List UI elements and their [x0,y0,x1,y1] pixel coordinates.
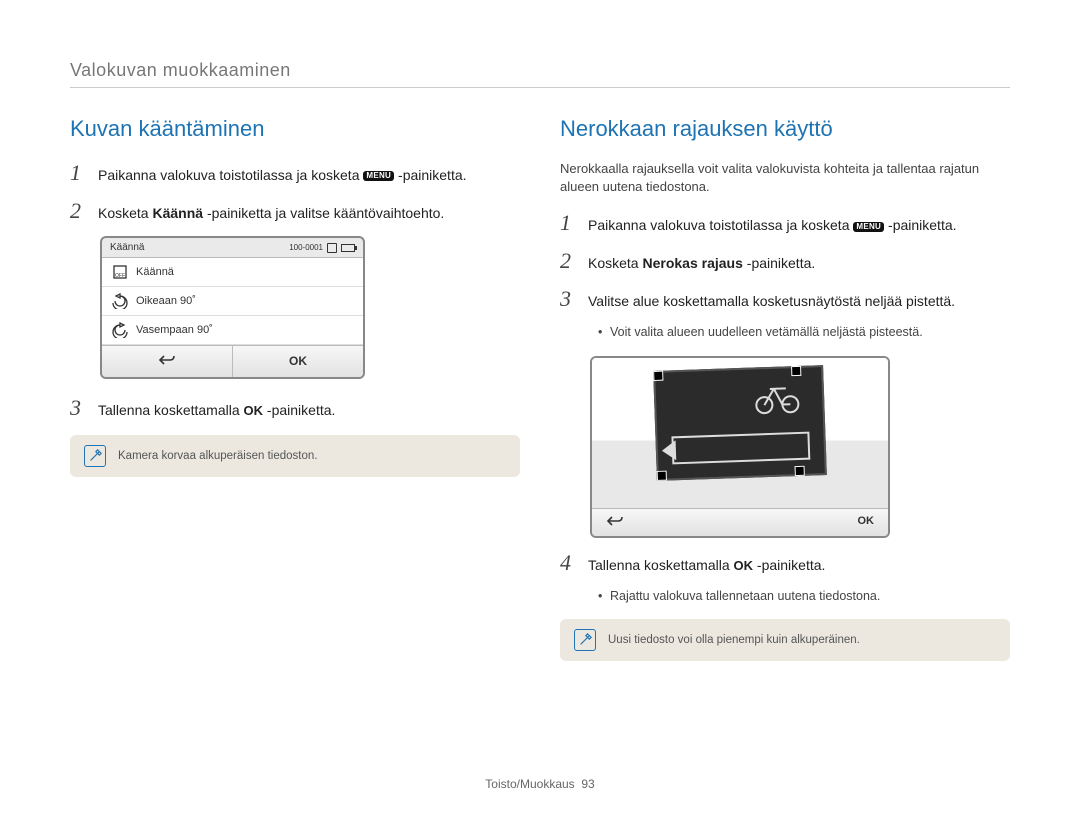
note-box: Kamera korvaa alkuperäisen tiedoston. [70,435,520,477]
right-column: Nerokkaan rajauksen käyttö Nerokkaalla r… [560,116,1010,671]
bullet-item: Rajattu valokuva tallennetaan uutena tie… [598,588,1010,606]
mockup-body [592,358,888,508]
section-header: Valokuvan muokkaaminen [70,60,1010,88]
mockup-header: Käännä 100-0001 [102,238,363,258]
step-text: Tallenna koskettamalla OK -painiketta. [588,556,1010,576]
intro-text: Nerokkaalla rajauksella voit valita valo… [560,160,1010,196]
left-arrow-icon [671,431,810,464]
text-pre: Paikanna valokuva toistotilassa ja koske… [98,167,363,183]
page-number: 93 [581,777,594,791]
step-number: 1 [560,210,578,236]
step-number: 1 [70,160,88,186]
ok-label: OK [734,558,754,573]
step-3: 3 Tallenna koskettamalla OK -painiketta. [70,395,520,421]
step-2: 2 Kosketa Nerokas rajaus -painiketta. [560,248,1010,274]
ok-button[interactable]: OK [233,346,363,377]
text-post: -painiketta. [747,255,815,271]
list-item-label: Vasempaan 90˚ [136,324,213,336]
list-item[interactable]: Oikeaan 90˚ [102,287,363,316]
step-text: Paikanna valokuva toistotilassa ja koske… [98,166,520,186]
text-bold: Käännä [152,205,203,221]
step-text: Kosketa Käännä -painiketta ja valitse kä… [98,204,520,224]
step-text: Paikanna valokuva toistotilassa ja koske… [588,216,1010,236]
ok-label: OK [244,403,264,418]
list-item-label: Käännä [136,266,174,278]
footer-section: Toisto/Muokkaus [485,777,574,791]
menu-icon: MENU [853,222,884,232]
left-column: Kuvan kääntäminen 1 Paikanna valokuva to… [70,116,520,671]
text-post: -painiketta. [267,402,335,418]
rotate-cw-icon [112,293,128,309]
mockup-footer: OK [592,508,888,536]
note-icon [84,445,106,467]
rotate-off-icon: OFF [112,264,128,280]
text-pre: Paikanna valokuva toistotilassa ja koske… [588,217,853,233]
rotate-ccw-icon [112,322,128,338]
counter-text: 100-0001 [289,243,323,252]
step-1: 1 Paikanna valokuva toistotilassa ja kos… [70,160,520,186]
crop-screen-mockup: OK [590,356,890,538]
back-arrow-icon [606,515,624,527]
battery-icon [341,244,355,252]
back-button[interactable] [102,346,233,377]
list-item-label: Oikeaan 90˚ [136,295,196,307]
left-heading: Kuvan kääntäminen [70,116,520,142]
page-footer: Toisto/Muokkaus 93 [0,777,1080,791]
back-button[interactable] [592,509,638,536]
crop-handle[interactable] [657,470,667,480]
mockup-footer: OK [102,345,363,377]
bullet-item: Voit valita alueen uudelleen vetämällä n… [598,324,1010,342]
step-text: Kosketa Nerokas rajaus -painiketta. [588,254,1010,274]
rotate-screen-mockup: Käännä 100-0001 OFF Käännä [100,236,365,379]
svg-text:OFF: OFF [115,273,125,279]
list-item[interactable]: Vasempaan 90˚ [102,316,363,345]
step-number: 4 [560,550,578,576]
crop-handle[interactable] [653,371,663,381]
step-number: 3 [560,286,578,312]
mockup-title: Käännä [110,242,144,253]
right-heading: Nerokkaan rajauksen käyttö [560,116,1010,142]
sign-graphic [653,365,827,481]
bullet-list: Rajattu valokuva tallennetaan uutena tie… [598,588,1010,606]
text-post: -painiketta. [888,217,956,233]
menu-icon: MENU [363,171,394,181]
crop-handle[interactable] [795,466,805,476]
ok-button[interactable]: OK [844,509,889,536]
bullet-list: Voit valita alueen uudelleen vetämällä n… [598,324,1010,342]
step-4: 4 Tallenna koskettamalla OK -painiketta. [560,550,1010,576]
note-text: Kamera korvaa alkuperäisen tiedoston. [118,450,317,462]
mockup-status: 100-0001 [289,243,355,253]
step-text: Tallenna koskettamalla OK -painiketta. [98,401,520,421]
bicycle-icon [752,380,803,416]
note-text: Uusi tiedosto voi olla pienempi kuin alk… [608,634,860,646]
text-post: -painiketta. [757,557,825,573]
text-bold: Nerokas rajaus [642,255,742,271]
mockup-list: OFF Käännä Oikeaan 90˚ Va [102,258,363,345]
step-number: 3 [70,395,88,421]
text-pre: Tallenna koskettamalla [98,402,244,418]
step-1: 1 Paikanna valokuva toistotilassa ja kos… [560,210,1010,236]
note-box: Uusi tiedosto voi olla pienempi kuin alk… [560,619,1010,661]
step-number: 2 [70,198,88,224]
text-pre: Kosketa [98,205,152,221]
text-post: -painiketta ja valitse kääntövaihtoehto. [207,205,444,221]
step-number: 2 [560,248,578,274]
note-icon [574,629,596,651]
text-pre: Tallenna koskettamalla [588,557,734,573]
columns: Kuvan kääntäminen 1 Paikanna valokuva to… [70,116,1010,671]
crop-handle[interactable] [791,366,801,376]
step-2: 2 Kosketa Käännä -painiketta ja valitse … [70,198,520,224]
step-text: Valitse alue koskettamalla kosketusnäytö… [588,292,1010,312]
list-item[interactable]: OFF Käännä [102,258,363,287]
page: Valokuvan muokkaaminen Kuvan kääntäminen… [0,0,1080,701]
back-arrow-icon [158,354,176,366]
text-pre: Kosketa [588,255,642,271]
sd-card-icon [327,243,337,253]
step-3: 3 Valitse alue koskettamalla kosketusnäy… [560,286,1010,312]
text-post: -painiketta. [398,167,466,183]
